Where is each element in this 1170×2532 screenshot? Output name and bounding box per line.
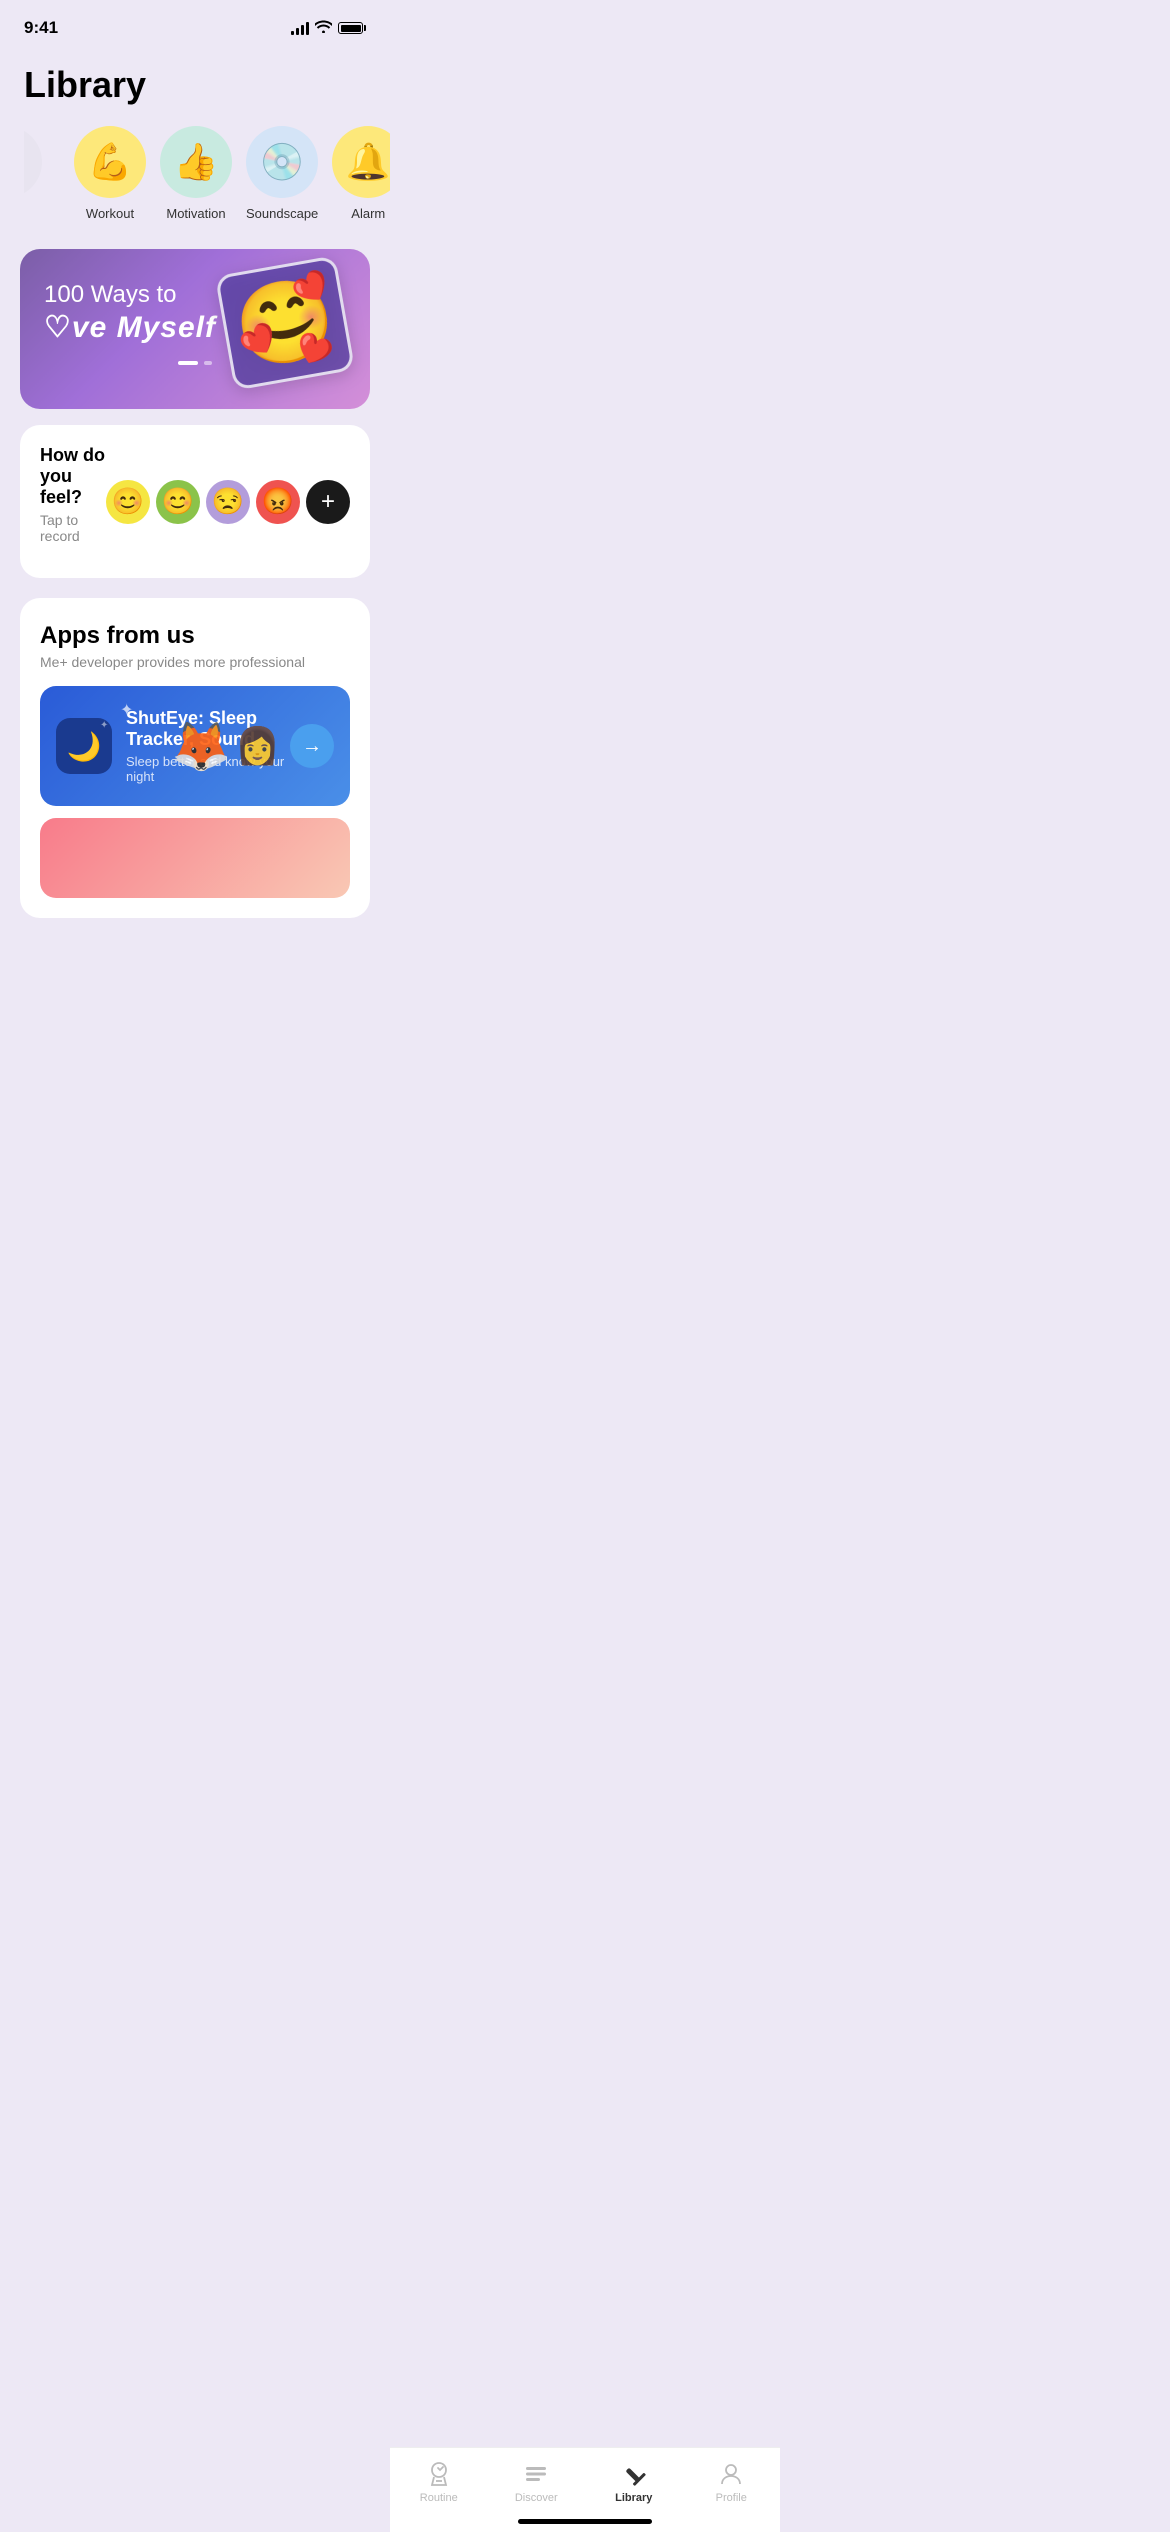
wifi-icon (315, 20, 332, 36)
banner-dot-2 (204, 361, 212, 365)
soundscape-icon: 💿 (246, 126, 318, 198)
page-title: Library (0, 48, 390, 118)
signal-icon (291, 21, 309, 35)
alarm-icon: 🔔 (332, 126, 390, 198)
category-item-workout[interactable]: 💪 Workout (74, 126, 146, 221)
feel-emoji-meh[interactable]: 😒 (206, 480, 250, 524)
feel-subtitle: Tap to record (40, 512, 106, 544)
nav-item-routine[interactable]: Routine (407, 2460, 471, 2504)
category-label-alarm: Alarm (351, 206, 385, 221)
main-content: Library 🧘 💪 Workout 👍 Motivation 💿 Sound… (0, 48, 390, 1038)
shuteye-arrow-button[interactable]: → (290, 724, 334, 768)
banner-text-top: 100 Ways to (44, 281, 244, 310)
second-app-banner[interactable] (40, 818, 350, 898)
category-item-alarm[interactable]: 🔔 Alarm (332, 126, 390, 221)
category-item-meditate[interactable]: 🧘 (24, 126, 60, 221)
category-label-workout: Workout (86, 206, 134, 221)
category-item-motivation[interactable]: 👍 Motivation (160, 126, 232, 221)
apps-title: Apps from us (40, 622, 350, 650)
feel-text: How do you feel? Tap to record (40, 445, 106, 558)
home-indicator (518, 2519, 652, 2524)
status-icons (291, 20, 366, 36)
workout-icon: 💪 (74, 126, 146, 198)
feel-add-button[interactable]: + (306, 480, 350, 524)
profile-icon (717, 2460, 745, 2488)
feel-emojis[interactable]: 😊 😊 😒 😡 + (106, 480, 350, 524)
nav-item-library[interactable]: Library (602, 2460, 666, 2504)
status-time: 9:41 (24, 18, 58, 38)
nav-label-routine: Routine (420, 2492, 458, 2504)
feel-emoji-ok[interactable]: 😊 (156, 480, 200, 524)
banner-emoji: 🥰 (215, 255, 355, 390)
banner-text-bottom: ♡ve Myself (44, 310, 244, 345)
nav-label-discover: Discover (515, 2492, 558, 2504)
category-item-soundscape[interactable]: 💿 Soundscape (246, 126, 318, 221)
nav-item-profile[interactable]: Profile (699, 2460, 763, 2504)
heart-icon: ♡ (44, 311, 72, 344)
shuteye-app-text: ShutEye: Sleep Tracker, Sound Sleep bett… (126, 708, 290, 784)
nav-label-profile: Profile (716, 2492, 747, 2504)
status-bar: 9:41 (0, 0, 390, 48)
feel-emoji-happy[interactable]: 😊 (106, 480, 150, 524)
categories-scroll[interactable]: 🧘 💪 Workout 👍 Motivation 💿 Soundscape 🔔 … (0, 118, 390, 233)
promo-banner[interactable]: 100 Ways to ♡ve Myself 🥰 (20, 249, 370, 409)
category-label-soundscape: Soundscape (246, 206, 318, 221)
shuteye-app-title: ShutEye: Sleep Tracker, Sound (126, 708, 290, 750)
apps-subtitle: Me+ developer provides more professional (40, 654, 350, 670)
star-decoration: ✦ (120, 700, 133, 720)
nav-item-discover[interactable]: Discover (504, 2460, 568, 2504)
category-label-motivation: Motivation (166, 206, 225, 221)
feel-card[interactable]: How do you feel? Tap to record 😊 😊 😒 😡 + (20, 425, 370, 578)
library-icon (620, 2460, 648, 2488)
shuteye-app-banner[interactable]: 🦊👩 ✦ ✦ 🌙 ShutEye: Sleep Tracker, Sound S… (40, 686, 350, 806)
battery-icon (338, 22, 366, 34)
motivation-icon: 👍 (160, 126, 232, 198)
banner-dot-1 (178, 361, 198, 365)
routine-icon (425, 2460, 453, 2488)
shuteye-app-desc: Sleep better and know your night (126, 754, 290, 784)
feel-title: How do you feel? (40, 445, 106, 508)
apps-card: Apps from us Me+ developer provides more… (20, 598, 370, 918)
star-decoration-2: ✦ (100, 720, 108, 731)
nav-label-library: Library (615, 2492, 652, 2504)
discover-icon (522, 2460, 550, 2488)
feel-emoji-sad[interactable]: 😡 (256, 480, 300, 524)
